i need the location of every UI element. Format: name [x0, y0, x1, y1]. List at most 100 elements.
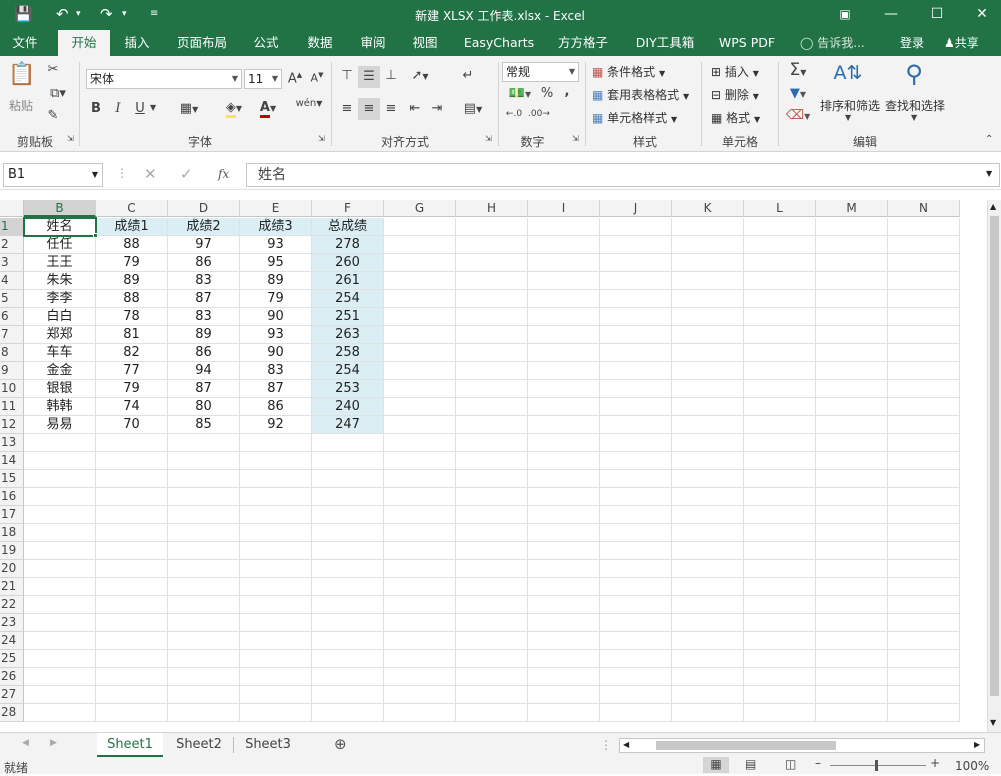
row-header-12[interactable]: 12: [0, 416, 24, 434]
tell-me-box[interactable]: ◯ 告诉我...: [800, 30, 865, 56]
cell-E13[interactable]: [240, 434, 312, 452]
redo-dropdown-icon[interactable]: ▾: [122, 5, 127, 23]
cell-J24[interactable]: [600, 632, 672, 650]
copy-icon[interactable]: ⧉▾: [44, 86, 72, 101]
cell-F7[interactable]: 263: [312, 326, 384, 344]
column-header-M[interactable]: M: [816, 200, 888, 217]
cell-styles-button[interactable]: ▦ 单元格样式 ▼: [592, 109, 677, 126]
cell-N25[interactable]: [888, 650, 960, 668]
row-header-13[interactable]: 13: [0, 434, 24, 452]
cell-J23[interactable]: [600, 614, 672, 632]
cell-F11[interactable]: 240: [312, 398, 384, 416]
row-header-27[interactable]: 27: [0, 686, 24, 704]
cell-I17[interactable]: [528, 506, 600, 524]
cell-J28[interactable]: [600, 704, 672, 722]
fill-icon[interactable]: ▼▼: [784, 86, 812, 101]
cell-C19[interactable]: [96, 542, 168, 560]
zoom-out-icon[interactable]: –: [815, 756, 821, 770]
cell-B24[interactable]: [24, 632, 96, 650]
cell-D26[interactable]: [168, 668, 240, 686]
row-header-24[interactable]: 24: [0, 632, 24, 650]
cell-J8[interactable]: [600, 344, 672, 362]
cell-B6[interactable]: 白白: [24, 308, 96, 326]
cell-H27[interactable]: [456, 686, 528, 704]
cell-B7[interactable]: 郑郑: [24, 326, 96, 344]
cell-I21[interactable]: [528, 578, 600, 596]
cell-N5[interactable]: [888, 290, 960, 308]
cell-B18[interactable]: [24, 524, 96, 542]
cell-N13[interactable]: [888, 434, 960, 452]
cell-I28[interactable]: [528, 704, 600, 722]
cell-D19[interactable]: [168, 542, 240, 560]
cell-C11[interactable]: 74: [96, 398, 168, 416]
cell-M13[interactable]: [816, 434, 888, 452]
name-box[interactable]: B1 ▼: [3, 163, 103, 187]
cell-K19[interactable]: [672, 542, 744, 560]
cell-I22[interactable]: [528, 596, 600, 614]
cell-G20[interactable]: [384, 560, 456, 578]
cell-N10[interactable]: [888, 380, 960, 398]
cell-C12[interactable]: 70: [96, 416, 168, 434]
cell-K4[interactable]: [672, 272, 744, 290]
cell-G16[interactable]: [384, 488, 456, 506]
zoom-slider-thumb[interactable]: [875, 760, 878, 771]
cell-H10[interactable]: [456, 380, 528, 398]
cell-C8[interactable]: 82: [96, 344, 168, 362]
column-header-I[interactable]: I: [528, 200, 600, 217]
close-icon[interactable]: ✕: [971, 4, 993, 24]
row-header-18[interactable]: 18: [0, 524, 24, 542]
cell-J25[interactable]: [600, 650, 672, 668]
cell-F16[interactable]: [312, 488, 384, 506]
cell-C3[interactable]: 79: [96, 254, 168, 272]
cell-G7[interactable]: [384, 326, 456, 344]
cell-B19[interactable]: [24, 542, 96, 560]
cell-H19[interactable]: [456, 542, 528, 560]
cell-G14[interactable]: [384, 452, 456, 470]
cell-N22[interactable]: [888, 596, 960, 614]
cell-F19[interactable]: [312, 542, 384, 560]
row-header-22[interactable]: 22: [0, 596, 24, 614]
cell-F6[interactable]: 251: [312, 308, 384, 326]
insert-function-button[interactable]: fx: [218, 167, 229, 181]
sheet-tab-1[interactable]: Sheet1: [97, 733, 163, 757]
alignment-launcher-icon[interactable]: ⇲: [485, 134, 492, 143]
cell-H26[interactable]: [456, 668, 528, 686]
cell-L2[interactable]: [744, 236, 816, 254]
cell-H2[interactable]: [456, 236, 528, 254]
column-header-L[interactable]: L: [744, 200, 816, 217]
cell-G25[interactable]: [384, 650, 456, 668]
cell-K16[interactable]: [672, 488, 744, 506]
cell-E27[interactable]: [240, 686, 312, 704]
cell-D21[interactable]: [168, 578, 240, 596]
cell-L21[interactable]: [744, 578, 816, 596]
clipboard-launcher-icon[interactable]: ⇲: [67, 134, 74, 143]
cell-B23[interactable]: [24, 614, 96, 632]
cell-K1[interactable]: [672, 218, 744, 236]
column-header-B[interactable]: B: [24, 200, 96, 217]
tab-file[interactable]: 文件: [0, 30, 50, 56]
row-header-5[interactable]: 5: [0, 290, 24, 308]
collapse-ribbon-icon[interactable]: ⌃: [985, 134, 993, 145]
align-middle-icon[interactable]: ☰: [358, 66, 380, 88]
cell-I10[interactable]: [528, 380, 600, 398]
cell-E6[interactable]: 90: [240, 308, 312, 326]
cell-K5[interactable]: [672, 290, 744, 308]
prev-sheet-icon[interactable]: ◀: [22, 738, 29, 748]
cell-B4[interactable]: 朱朱: [24, 272, 96, 290]
cell-F21[interactable]: [312, 578, 384, 596]
cell-J11[interactable]: [600, 398, 672, 416]
cell-F1[interactable]: 总成绩: [312, 218, 384, 236]
cell-M17[interactable]: [816, 506, 888, 524]
cell-L19[interactable]: [744, 542, 816, 560]
cell-M4[interactable]: [816, 272, 888, 290]
cell-L1[interactable]: [744, 218, 816, 236]
column-header-G[interactable]: G: [384, 200, 456, 217]
cell-H5[interactable]: [456, 290, 528, 308]
cell-C20[interactable]: [96, 560, 168, 578]
cell-N27[interactable]: [888, 686, 960, 704]
cell-B21[interactable]: [24, 578, 96, 596]
undo-icon[interactable]: ↶: [56, 5, 69, 23]
cell-D1[interactable]: 成绩2: [168, 218, 240, 236]
merge-center-icon[interactable]: ▤▼: [458, 101, 488, 116]
redo-icon[interactable]: ↷: [100, 5, 113, 23]
